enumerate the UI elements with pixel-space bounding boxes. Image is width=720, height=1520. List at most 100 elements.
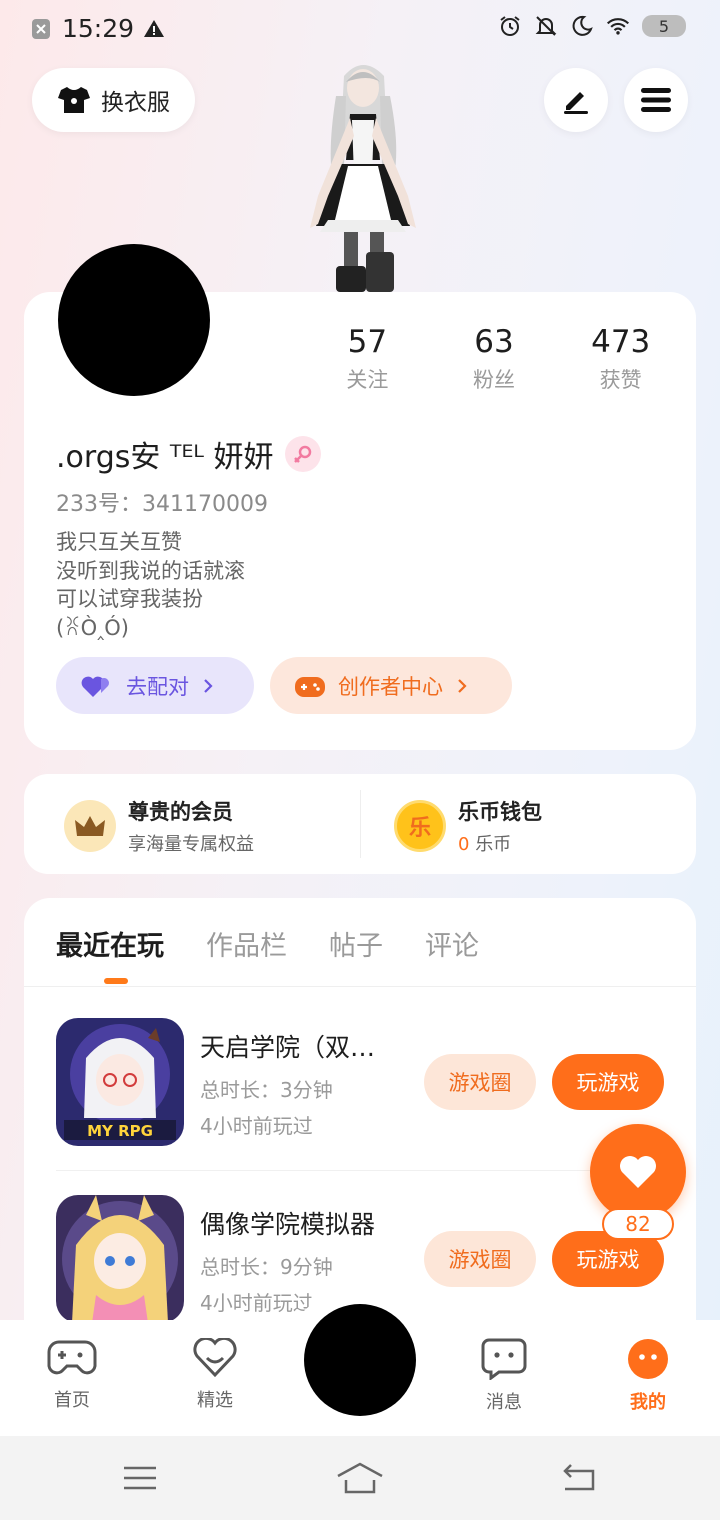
play-game-button[interactable]: 玩游戏 <box>552 1054 664 1110</box>
status-bar: 15:29 5 <box>0 0 720 58</box>
menu-button[interactable] <box>624 68 688 132</box>
home-icon <box>337 1462 383 1494</box>
like-count-badge: 82 <box>602 1208 674 1240</box>
game-last-played: 4小时前玩过 <box>200 1291 313 1315</box>
divider <box>360 790 361 858</box>
tab-comments[interactable]: 评论 <box>425 924 479 963</box>
edit-profile-button[interactable] <box>544 68 608 132</box>
game-duration: 总时长：3分钟 <box>200 1078 333 1102</box>
user-id: 233号：341170009 <box>56 492 268 517</box>
vip-subtitle: 享海量专属权益 <box>128 834 254 855</box>
tab-recently-played[interactable]: 最近在玩 <box>56 924 164 963</box>
username: .orgs安 ᵀᴱᴸ 妍妍 <box>56 440 274 475</box>
likes-label: 获赞 <box>599 368 642 392</box>
back-icon <box>563 1464 595 1491</box>
bio: 我只互关互赞 没听到我说的话就滚 可以试穿我装扮 (ꐦÒ‸Ó) <box>56 528 245 642</box>
tab-posts[interactable]: 帖子 <box>329 924 383 963</box>
chevron-right-icon <box>458 678 467 693</box>
coin-icon: 乐 <box>394 800 446 852</box>
vip-wallet-card: 尊贵的会员 享海量专属权益 乐 乐币钱包 0 乐币 <box>24 774 696 874</box>
wallet-unit: 乐币 <box>475 834 512 855</box>
nav-item-me[interactable]: 我的 <box>603 1338 693 1414</box>
username-row: .orgs安 ᵀᴱᴸ 妍妍 <box>56 432 322 476</box>
match-label: 去配对 <box>126 674 189 699</box>
game-thumbnail[interactable]: MY RPG <box>56 1018 184 1146</box>
message-icon <box>481 1338 527 1381</box>
vip-title: 尊贵的会员 <box>128 800 233 824</box>
nav-label: 我的 <box>630 1392 666 1413</box>
nav-label: 首页 <box>54 1390 90 1411</box>
match-button[interactable]: 去配对 <box>56 657 254 714</box>
likes-count: 473 <box>591 324 651 360</box>
wallet-amount: 0 <box>458 834 470 855</box>
stat-following[interactable]: 57 关注 <box>304 322 431 394</box>
chevron-right-icon <box>204 678 213 693</box>
hearts-icon <box>81 676 109 697</box>
change-outfit-label: 换衣服 <box>101 90 170 116</box>
fans-count: 63 <box>474 324 514 360</box>
moon-icon <box>572 15 593 36</box>
bio-line: (ꐦÒ‸Ó) <box>56 615 129 640</box>
system-navigation-bar <box>0 1436 720 1520</box>
profile-tabs: 最近在玩 作品栏 帖子 评论 <box>56 924 479 963</box>
game-title: 天启学院（双… <box>200 1033 376 1062</box>
tab-works[interactable]: 作品栏 <box>206 924 287 963</box>
activity-card: 最近在玩 作品栏 帖子 评论 MY RPG 天启学院（双… 总时长：3分钟 4小… <box>24 898 696 1328</box>
nav-label: 精选 <box>197 1390 233 1411</box>
game-thumbnail[interactable] <box>56 1195 184 1323</box>
avatar[interactable] <box>58 244 210 396</box>
game-title: 偶像学院模拟器 <box>200 1210 376 1239</box>
following-label: 关注 <box>346 368 389 392</box>
bio-line: 可以试穿我装扮 <box>56 587 203 611</box>
wallet-balance: 0 乐币 <box>458 830 542 856</box>
game-circle-button[interactable]: 游戏圈 <box>424 1054 536 1110</box>
game-duration: 总时长：9分钟 <box>200 1255 333 1279</box>
change-outfit-button[interactable]: 换衣服 <box>32 68 195 132</box>
profile-face-icon <box>628 1339 668 1379</box>
female-gender-icon <box>285 436 322 472</box>
menu-lines-icon <box>124 1466 156 1490</box>
status-time: 15:29 <box>62 14 135 43</box>
wallet-title: 乐币钱包 <box>458 800 542 824</box>
back-button[interactable] <box>558 1458 598 1498</box>
like-float-button[interactable] <box>590 1124 686 1220</box>
fans-label: 粉丝 <box>473 368 515 392</box>
recent-apps-button[interactable] <box>120 1458 160 1498</box>
game-circle-button[interactable]: 游戏圈 <box>424 1231 536 1287</box>
avatar-character-figure[interactable] <box>288 56 438 296</box>
creator-center-button[interactable]: 创作者中心 <box>270 657 512 714</box>
active-tab-indicator <box>104 978 128 984</box>
pen-icon <box>564 92 588 114</box>
bio-line: 没听到我说的话就滚 <box>56 558 245 583</box>
stat-likes[interactable]: 473 获赞 <box>557 322 684 394</box>
tshirt-icon <box>58 87 90 113</box>
hamburger-icon <box>641 88 671 112</box>
divider <box>56 1170 666 1171</box>
gamepad-icon <box>47 1340 97 1375</box>
coin-glyph: 乐 <box>408 816 431 841</box>
stat-fans[interactable]: 63 粉丝 <box>431 322 558 394</box>
center-avatar-button[interactable] <box>304 1304 416 1416</box>
wallet-entry[interactable]: 乐 乐币钱包 0 乐币 <box>394 796 542 856</box>
game-last-played: 4小时前玩过 <box>200 1114 313 1138</box>
nav-item-messages[interactable]: 消息 <box>459 1338 549 1414</box>
vip-member-entry[interactable]: 尊贵的会员 享海量专属权益 <box>64 796 254 856</box>
heart-chat-icon <box>193 1336 237 1378</box>
nav-item-home[interactable]: 首页 <box>27 1338 117 1412</box>
thumb-text: MY RPG <box>87 1122 153 1140</box>
alarm-icon <box>500 16 520 36</box>
gamepad-plus-icon <box>295 676 325 697</box>
notification-x-icon <box>32 18 50 39</box>
profile-stats: 57 关注 63 粉丝 473 获赞 <box>304 322 684 394</box>
list-item[interactable]: MY RPG 天启学院（双… 总时长：3分钟 4小时前玩过 游戏圈 玩游戏 <box>56 1018 696 1148</box>
bio-line: 我只互关互赞 <box>56 530 182 554</box>
nav-label: 消息 <box>486 1392 522 1413</box>
heart-icon <box>620 1156 656 1188</box>
nav-item-featured[interactable]: 精选 <box>170 1336 260 1412</box>
wifi-icon <box>606 18 630 35</box>
crown-icon <box>64 800 116 852</box>
creator-center-label: 创作者中心 <box>338 674 443 699</box>
warning-icon <box>144 19 165 37</box>
home-button[interactable] <box>336 1458 384 1498</box>
bell-off-icon <box>535 16 557 36</box>
